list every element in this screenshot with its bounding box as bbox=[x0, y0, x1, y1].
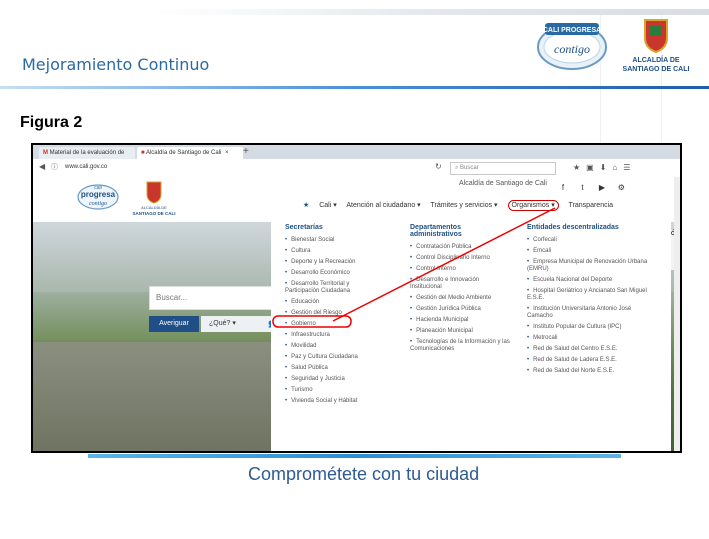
cali-progresa-logo: CALI PROGRESA contigo bbox=[537, 23, 607, 70]
cali-logo-line2: contigo bbox=[554, 42, 590, 56]
cali-logo-line1: CALI PROGRESA bbox=[543, 27, 601, 34]
header-accent bbox=[0, 9, 709, 15]
slogan: Comprométete con tu ciudad bbox=[248, 464, 480, 484]
footer-rule bbox=[88, 454, 621, 458]
header-divider bbox=[0, 86, 709, 89]
alcaldia-logo-line1: ALCALDÍA DE bbox=[632, 55, 680, 64]
figure-label: Figura 2 bbox=[20, 114, 83, 131]
annotation-arrow bbox=[272, 207, 556, 328]
page-title: Mejoramiento Continuo bbox=[22, 55, 210, 74]
alcaldia-logo: ALCALDÍA DE SANTIAGO DE CALI bbox=[623, 19, 690, 73]
browser-screenshot: M Material de la evaluación de ■ Alcaldí… bbox=[31, 143, 682, 453]
alcaldia-logo-line2: SANTIAGO DE CALI bbox=[623, 66, 690, 73]
